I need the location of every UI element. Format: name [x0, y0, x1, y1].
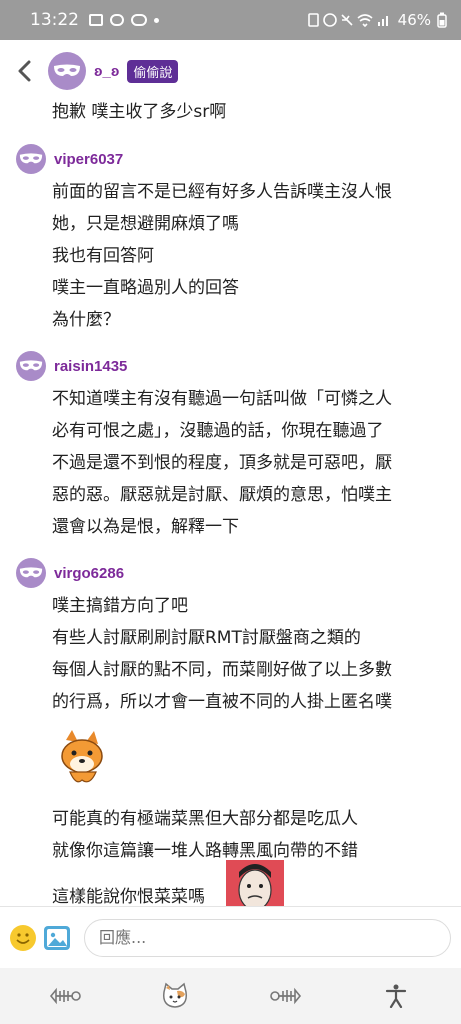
gallery-icon [89, 14, 103, 26]
mask-icon [19, 567, 43, 578]
comment-item: viper6037 前面的留言不是已經有好多人告訴噗主沒人恨 她，只是想避開麻煩… [0, 144, 461, 336]
notification-dot-icon [154, 17, 159, 23]
status-bar: 13:22 46% [0, 0, 461, 40]
reply-input[interactable] [84, 918, 451, 957]
meme-face-icon [238, 864, 272, 906]
comment-line: 惡的惡。厭惡就是討厭、厭煩的意思，怕噗主 [52, 485, 392, 505]
username[interactable]: raisin1435 [54, 358, 127, 375]
mask-icon [54, 64, 80, 76]
comment-line: 的行爲，所以才會一直被不同的人掛上匿名噗 [52, 692, 392, 712]
comment-line: 前面的留言不是已經有好多人告訴噗主沒人恨 [52, 182, 392, 202]
comment-item: virgo6286 噗主搞錯方向了吧 有些人討厭刷刷討厭RMT討厭盤商之類的 每… [0, 558, 461, 906]
avatar[interactable] [16, 558, 46, 588]
status-time: 13:22 [30, 10, 79, 30]
username[interactable]: viper6037 [54, 151, 123, 168]
image-button[interactable] [44, 925, 70, 950]
dog-sticker-icon[interactable] [52, 728, 112, 788]
comment-item: ʚ_ʚ 偷偷說 抱歉 噗主收了多少sr啊 [0, 52, 461, 128]
image-icon [47, 928, 67, 947]
message-icon [110, 14, 124, 26]
smiley-icon [16, 932, 30, 944]
username[interactable]: ʚ_ʚ [94, 63, 119, 80]
nav-fish-right[interactable] [269, 979, 303, 1013]
battery-icon [437, 12, 447, 28]
comment-line: 噗主一直略過別人的回答 [52, 278, 239, 298]
comment-line: 還會以為是恨，解釋一下 [52, 517, 239, 537]
fish-bone-icon [50, 987, 81, 1005]
accessibility-icon [385, 984, 406, 1008]
thread-content[interactable]: ʚ_ʚ 偷偷說 抱歉 噗主收了多少sr啊 viper6037 前面的留言不是已經… [0, 40, 461, 906]
nav-fish-left[interactable] [48, 979, 82, 1013]
anonymous-avatar[interactable] [48, 52, 86, 90]
mask-icon [19, 360, 43, 371]
comment-line: 抱歉 噗主收了多少sr啊 [52, 102, 227, 122]
battery-level: 46% [397, 11, 431, 29]
nav-accessibility[interactable] [379, 979, 413, 1013]
comment-line: 她，只是想避開麻煩了嗎 [52, 214, 239, 234]
avatar[interactable] [16, 351, 46, 381]
comment-line: 必有可恨之處」，沒聽過的話，你現在聽過了 [52, 421, 384, 441]
bottom-navigation [0, 968, 461, 1024]
anonymous-tag-badge: 偷偷說 [127, 59, 179, 83]
comment-item: raisin1435 不知道噗主有沒有聽過一句話叫做「可憐之人 必有可恨之處」，… [0, 351, 461, 543]
comment-line: 噗主搞錯方向了吧 [52, 596, 188, 616]
avatar[interactable] [16, 144, 46, 174]
comment-line: 有些人討厭刷刷討厭RMT討厭盤商之類的 [52, 628, 361, 648]
cat-icon [163, 982, 188, 1008]
comment-line: 可能真的有極端菜黑但大部分都是吃瓜人 [52, 809, 358, 829]
nav-cat[interactable] [158, 979, 192, 1013]
meme-face-sticker[interactable] [226, 860, 284, 906]
comment-line: 每個人討厭的點不同，而菜剛好做了以上多數 [52, 660, 392, 680]
system-status-icons [307, 13, 388, 28]
mask-icon [19, 153, 43, 164]
comment-line: 不過是還不到恨的程度，頂多就是可惡吧，厭 [52, 453, 392, 473]
emoji-button[interactable] [10, 924, 36, 951]
comment-line: 為什麼？ [52, 310, 120, 330]
chat-icon [131, 14, 147, 26]
username[interactable]: virgo6286 [54, 565, 124, 582]
comment-line: 不知道噗主有沒有聽過一句話叫做「可憐之人 [52, 389, 392, 409]
comment-line: 我也有回答阿 [52, 246, 154, 266]
reply-composer [0, 906, 461, 968]
fish-bone-icon [269, 987, 301, 1005]
